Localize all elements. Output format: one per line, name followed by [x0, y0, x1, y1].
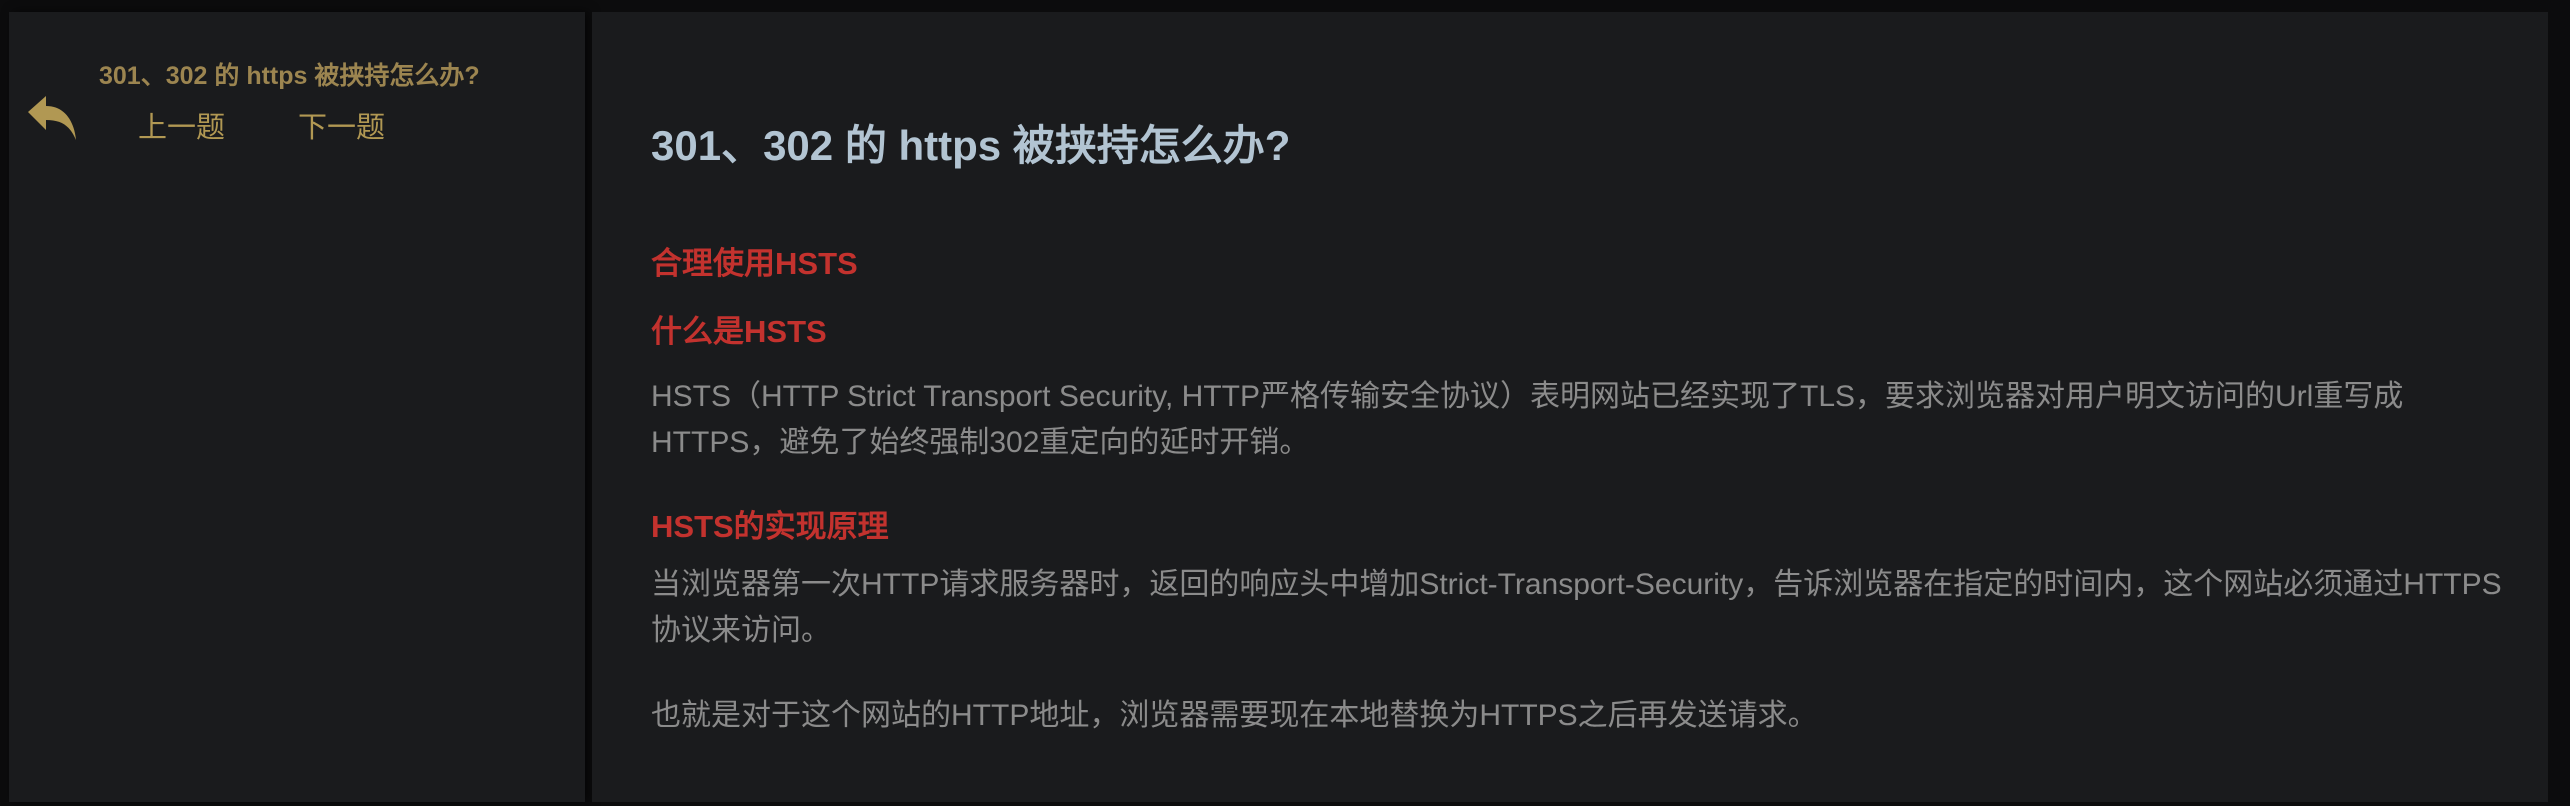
- next-question-link[interactable]: 下一题: [298, 104, 385, 146]
- section-heading: 什么是HSTS: [651, 314, 827, 349]
- reply-arrow-icon[interactable]: [26, 94, 78, 142]
- article-title: 301、302 的 https 被挟持怎么办?: [651, 122, 1291, 169]
- section-heading: 合理使用HSTS: [651, 246, 858, 281]
- sidebar: 301、302 的 https 被挟持怎么办? 上一题 下一题: [9, 12, 585, 802]
- paragraph: HSTS（HTTP Strict Transport Security, HTT…: [651, 380, 2404, 459]
- paragraph: 当浏览器第一次HTTP请求服务器时，返回的响应头中增加Strict-Transp…: [651, 568, 2502, 647]
- article-panel: 301、302 的 https 被挟持怎么办? 合理使用HSTS 什么是HSTS…: [592, 12, 2548, 802]
- paragraph: 也就是对于这个网站的HTTP地址，浏览器需要现在本地替换为HTTPS之后再发送请…: [651, 699, 1818, 732]
- section-heading: HSTS的实现原理: [651, 509, 889, 544]
- prev-question-link[interactable]: 上一题: [138, 104, 225, 146]
- sidebar-question-title: 301、302 的 https 被挟持怎么办?: [99, 62, 480, 90]
